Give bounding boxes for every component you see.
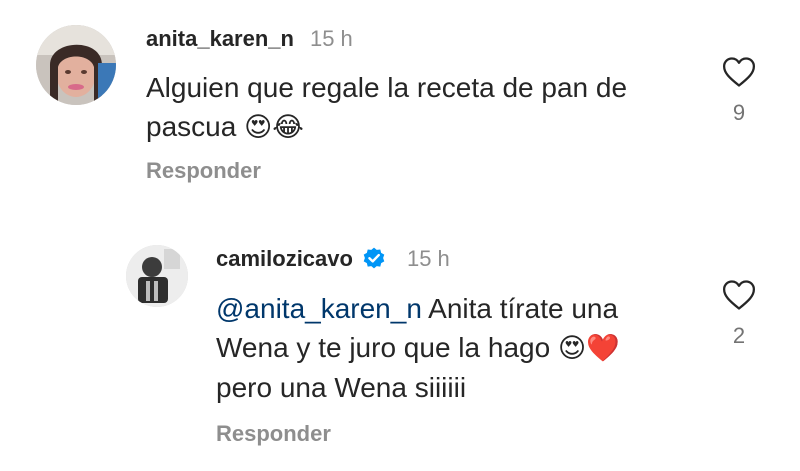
reply-button[interactable]: Responder xyxy=(216,421,331,447)
comment-text: Alguien que regale la receta de pan de p… xyxy=(146,68,627,147)
timestamp: 15 h xyxy=(309,26,353,51)
comment-text-line: Wena y te juro que la hago 😍❤️ xyxy=(216,328,620,368)
timestamp: 15 h xyxy=(406,246,450,271)
username[interactable]: anita_karen_n xyxy=(146,26,294,52)
reply-button[interactable]: Responder xyxy=(146,158,261,184)
comment-text-line: pascua 😍😂 xyxy=(146,107,627,147)
like-control: 2 xyxy=(714,279,764,349)
comment-text-line: @anita_karen_n Anita tírate una xyxy=(216,289,620,328)
comment-text-fragment: Anita tírate una xyxy=(421,293,619,324)
like-count: 2 xyxy=(732,323,746,348)
like-count: 9 xyxy=(732,100,746,125)
avatar-image xyxy=(36,25,116,105)
avatar[interactable] xyxy=(126,245,188,307)
comment: anita_karen_n 15 h Alguien que regale la… xyxy=(0,0,800,200)
comment-text-line: pero una Wena siiiiii xyxy=(216,372,467,403)
like-control: 9 xyxy=(714,56,764,126)
reply-comment: camilozicavo 15 h @anita_karen_n Anita t… xyxy=(0,230,800,471)
mention-link[interactable]: @anita_karen_n xyxy=(216,293,422,324)
heart-icon[interactable] xyxy=(722,56,756,88)
comment-text-fragment: pascua xyxy=(146,111,237,142)
heart-icon[interactable] xyxy=(722,279,756,311)
avatar-image xyxy=(126,245,188,307)
comment-meta: anita_karen_n 15 h xyxy=(146,26,353,52)
comment-meta: camilozicavo 15 h xyxy=(216,246,450,272)
avatar[interactable] xyxy=(36,25,116,105)
comment-text-line: Alguien que regale la receta de pan de xyxy=(146,72,628,103)
emoji-text: 😍😂 xyxy=(244,112,304,143)
comment-text-fragment: Wena y te juro que la hago xyxy=(216,332,558,363)
comment-text: @anita_karen_n Anita tírate una Wena y t… xyxy=(216,289,620,407)
username[interactable]: camilozicavo xyxy=(216,246,353,272)
verified-badge-icon xyxy=(361,246,387,272)
emoji-text: 😍❤️ xyxy=(557,333,620,364)
